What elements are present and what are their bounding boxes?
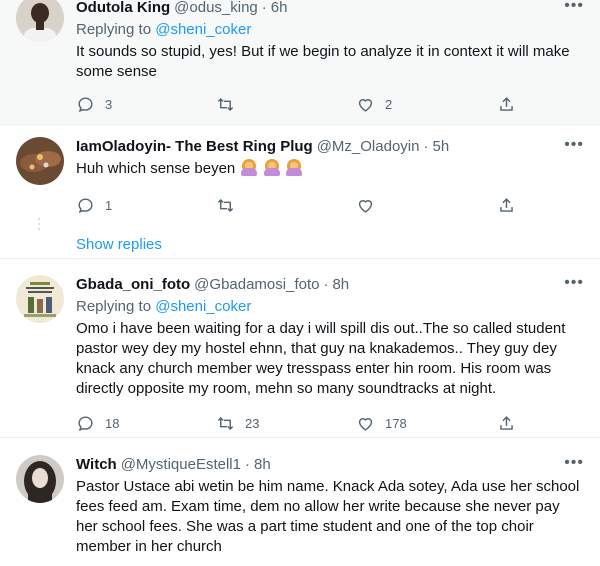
tweet-text-container: Huh which sense beyen [76,159,584,179]
tweet[interactable]: Witch @MystiqueEstell1 · 8h ••• Pastor U… [0,440,600,566]
reply-icon [78,96,93,112]
reply-button[interactable]: 18 [76,414,136,433]
tweet-actions: 18 23 178 [76,413,516,433]
author-handle[interactable]: @Gbadamosi_foto [194,275,319,295]
replying-label: Replying to [76,21,152,38]
retweet-count: 23 [245,415,260,431]
woman-shrugging-emoji-icon [263,159,280,176]
tweet-text: Pastor Ustace abi wetin be him name. Kna… [76,478,580,555]
like-button[interactable]: 2 [356,95,416,114]
like-count: 178 [385,415,407,431]
reply-count: 1 [105,197,113,213]
share-icon [500,415,513,430]
author-handle[interactable]: @odus_king [174,0,258,18]
author-name[interactable]: Witch [76,455,117,475]
tweet-timestamp[interactable]: 6h [271,0,288,18]
retweet-icon [217,416,234,430]
tweet-actions: 3 2 [76,94,516,114]
reply-button[interactable]: 3 [76,95,136,114]
thread-gap-dots [37,218,41,233]
separator-dot: · [244,456,250,473]
tweet[interactable]: Gbada_oni_foto @Gbadamosi_foto · 8h ••• … [0,258,600,438]
retweet-button[interactable] [216,95,276,114]
reply-count: 3 [105,96,113,112]
author-name[interactable]: Gbada_oni_foto [76,275,190,295]
more-dots-icon[interactable]: ••• [564,0,584,14]
heart-icon [358,199,373,213]
woman-shrugging-emoji-icon [241,159,258,176]
like-count: 2 [385,96,393,112]
author-handle[interactable]: @MystiqueEstell1 [121,455,241,475]
retweet-button[interactable]: 23 [216,414,276,433]
heart-icon [358,98,373,112]
avatar[interactable] [16,0,64,42]
replying-to: Replying to @sheni_coker [76,20,584,40]
hands-rings-avatar-icon [16,137,64,185]
like-button[interactable] [356,196,416,215]
reply-count: 18 [105,415,120,431]
share-button[interactable] [496,414,516,433]
share-icon [500,96,513,111]
tweet-timestamp[interactable]: 8h [332,275,349,295]
mention-link[interactable]: @sheni_coker [155,21,251,38]
reply-button[interactable]: 1 [76,196,136,215]
tweet-timestamp[interactable]: 8h [254,455,271,475]
reply-icon [78,197,93,213]
more-dots-icon[interactable]: ••• [564,455,584,471]
like-button[interactable]: 178 [356,414,416,433]
avatar[interactable] [16,275,64,323]
tweet-timestamp[interactable]: 5h [432,137,449,157]
separator-dot: · [261,0,267,16]
mention-link[interactable]: @sheni_coker [155,298,251,315]
separator-dot: · [323,276,329,293]
poster-avatar-icon [16,275,64,323]
retweet-button[interactable] [216,196,276,215]
avatar[interactable] [16,455,64,503]
avatar[interactable] [16,137,64,185]
reply-icon [78,415,93,431]
replying-label: Replying to [76,298,152,315]
share-button[interactable] [496,196,516,215]
more-dots-icon[interactable]: ••• [564,275,584,291]
share-button[interactable] [496,95,516,114]
author-name[interactable]: IamOladoyin- The Best Ring Plug [76,137,313,157]
author-handle[interactable]: @Mz_Oladoyin [317,137,420,157]
separator-dot: · [423,138,429,155]
more-dots-icon[interactable]: ••• [564,137,584,153]
share-icon [500,197,513,212]
person-avatar-icon [16,0,64,42]
tweet-actions: 1 [76,195,516,215]
tweet[interactable]: IamOladoyin- The Best Ring Plug @Mz_Olad… [0,125,600,255]
show-replies-link[interactable]: Show replies [76,235,162,255]
retweet-icon [217,97,234,111]
tweet[interactable]: Odutola King @odus_king · 6h ••• Replyin… [0,0,600,125]
woman-portrait-avatar-icon [16,455,64,503]
woman-shrugging-emoji-icon [285,159,302,176]
heart-icon [358,417,373,431]
author-name[interactable]: Odutola King [76,0,170,18]
tweet-text: Huh which sense beyen [76,160,236,177]
tweet-text: Omo i have been waiting for a day i will… [76,320,566,397]
tweet-text: It sounds so stupid, yes! But if we begi… [76,43,570,80]
retweet-icon [217,198,234,212]
replying-to: Replying to @sheni_coker [76,297,584,317]
